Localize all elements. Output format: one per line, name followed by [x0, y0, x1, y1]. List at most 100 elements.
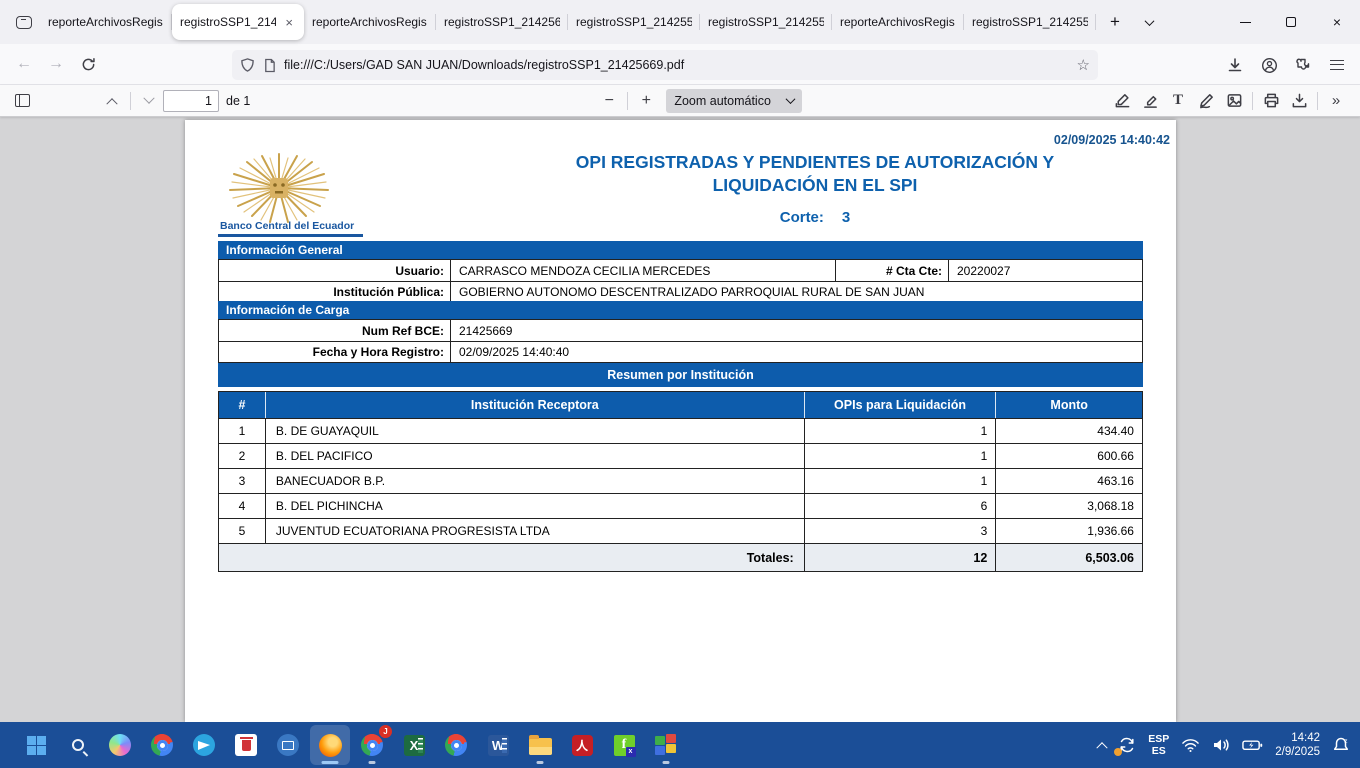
tab-reportearchivos-3[interactable]: reporteArchivosRegis [832, 4, 964, 40]
url-text[interactable]: file:///C:/Users/GAD SAN JUAN/Downloads/… [284, 58, 1069, 72]
show-hidden-icons-button[interactable] [1092, 725, 1112, 765]
file-explorer-button[interactable] [520, 725, 560, 765]
chevron-up-icon [1097, 742, 1108, 753]
divider [1317, 92, 1318, 110]
cell-monto: 1,936.66 [996, 519, 1142, 543]
start-button[interactable] [16, 725, 56, 765]
downloads-button[interactable] [1218, 50, 1252, 80]
url-bar[interactable]: file:///C:/Users/GAD SAN JUAN/Downloads/… [232, 50, 1098, 80]
reload-button[interactable] [72, 49, 104, 79]
numref-label: Num Ref BCE: [219, 320, 451, 341]
nav-right-buttons [1218, 50, 1354, 80]
totals-row: Totales: 12 6,503.06 [219, 543, 1142, 571]
search-button[interactable] [58, 725, 98, 765]
new-tab-button[interactable]: + [1100, 7, 1130, 37]
word-button[interactable]: W [478, 725, 518, 765]
column-header-institucion: Institución Receptora [266, 392, 805, 418]
extensions-button[interactable] [1286, 50, 1320, 80]
firefox-button[interactable] [310, 725, 350, 765]
print-button[interactable] [1257, 88, 1285, 114]
cell-institucion: B. DE GUAYAQUIL [266, 419, 805, 443]
telegram-button[interactable] [184, 725, 224, 765]
blocks-app-button[interactable] [646, 725, 686, 765]
close-window-button[interactable]: × [1314, 0, 1360, 44]
copilot-button[interactable] [100, 725, 140, 765]
cell-monto: 463.16 [996, 469, 1142, 493]
notification-center-button[interactable]: z [1326, 725, 1356, 765]
maximize-button[interactable] [1268, 0, 1314, 44]
page-number-input[interactable] [163, 90, 219, 112]
save-button[interactable] [1285, 88, 1313, 114]
tab-reportearchivos-2[interactable]: reporteArchivosRegis [304, 4, 436, 40]
list-all-tabs-button[interactable] [1134, 7, 1164, 37]
window-controls: × [1222, 0, 1360, 44]
tab-registrossp1-3[interactable]: registroSSP1_214255 [568, 4, 700, 40]
corte-line: Corte:3 [515, 209, 1115, 226]
summary-table: # Institución Receptora OPIs para Liquid… [218, 391, 1143, 572]
previous-page-button[interactable] [98, 88, 126, 114]
running-indicator [322, 761, 339, 764]
back-button[interactable]: ← [8, 49, 40, 79]
running-indicator [369, 761, 376, 764]
tab-registrossp1-5[interactable]: registroSSP1_214255 [964, 4, 1096, 40]
minimize-button[interactable] [1222, 0, 1268, 44]
wifi-button[interactable] [1175, 725, 1206, 765]
text-tool-button[interactable]: T [1164, 88, 1192, 114]
sync-status-dot [1114, 748, 1122, 756]
menu-button[interactable] [1320, 50, 1354, 80]
tab-registrossp1-4[interactable]: registroSSP1_214255 [700, 4, 832, 40]
excel-button[interactable]: X [394, 725, 434, 765]
zoom-out-button[interactable]: − [595, 88, 623, 114]
clock[interactable]: 14:42 2/9/2025 [1269, 725, 1326, 765]
cell-institucion: B. DEL PICHINCHA [266, 494, 805, 518]
table-row: 5 JUVENTUD ECUATORIANA PROGRESISTA LTDA … [219, 518, 1142, 543]
battery-button[interactable] [1236, 725, 1269, 765]
zoom-in-button[interactable]: + [632, 88, 660, 114]
wifi-icon [1181, 737, 1200, 753]
bookmark-star-icon[interactable]: ☆ [1077, 56, 1090, 74]
remote-desktop-button[interactable] [268, 725, 308, 765]
language-top: ESP [1148, 733, 1169, 745]
tab-title: registroSSP1_214255 [972, 15, 1088, 29]
bank-app-button[interactable]: f [604, 725, 644, 765]
acrobat-button[interactable]: 人 [562, 725, 602, 765]
summary-header-row: # Institución Receptora OPIs para Liquid… [219, 392, 1142, 418]
chrome-app-button[interactable] [436, 725, 476, 765]
cell-num: 5 [219, 519, 266, 543]
bank-app-icon: f [614, 735, 635, 756]
taskbar: J X W 人 f ESP ES 14:42 2/9/2025 z [0, 722, 1360, 768]
close-tab-icon[interactable]: × [282, 14, 296, 31]
chrome-app-icon [445, 734, 467, 756]
tab-reportearchivos-1[interactable]: reporteArchivosRegis [40, 4, 172, 40]
tab-registrossp1-active[interactable]: registroSSP1_2142 × [172, 4, 304, 40]
cta-cte-label: # Cta Cte: [836, 260, 949, 281]
add-image-button[interactable] [1220, 88, 1248, 114]
column-header-num: # [219, 392, 266, 418]
volume-button[interactable] [1206, 725, 1236, 765]
chrome-button[interactable] [142, 725, 182, 765]
sync-tray-button[interactable] [1112, 725, 1142, 765]
acrobat-icon: 人 [572, 735, 593, 756]
bce-logo-underline [218, 234, 363, 237]
language-indicator[interactable]: ESP ES [1142, 725, 1175, 765]
draw-button[interactable] [1192, 88, 1220, 114]
chrome-profile-button[interactable]: J [352, 725, 392, 765]
uninstaller-button[interactable] [226, 725, 266, 765]
zoom-select[interactable]: Zoom automático [666, 89, 802, 113]
cell-monto: 600.66 [996, 444, 1142, 468]
more-tools-button[interactable]: » [1322, 88, 1350, 114]
chevron-down-icon [786, 94, 796, 104]
signature-button[interactable] [1108, 88, 1136, 114]
toggle-sidebar-button[interactable] [8, 88, 36, 114]
tab-title: registroSSP1_214256 [444, 15, 560, 29]
account-button[interactable] [1252, 50, 1286, 80]
firefox-view-button[interactable] [8, 7, 40, 37]
next-page-button[interactable] [135, 88, 163, 114]
tab-registrossp1-2[interactable]: registroSSP1_214256 [436, 4, 568, 40]
highlight-button[interactable] [1136, 88, 1164, 114]
chrome-icon [361, 734, 383, 756]
pdf-viewer[interactable]: 02/09/2025 14:40:42 Banco Central del Ec… [0, 117, 1360, 722]
forward-button[interactable]: → [40, 49, 72, 79]
chevron-down-icon [1144, 16, 1154, 26]
svg-text:z: z [1345, 739, 1348, 745]
